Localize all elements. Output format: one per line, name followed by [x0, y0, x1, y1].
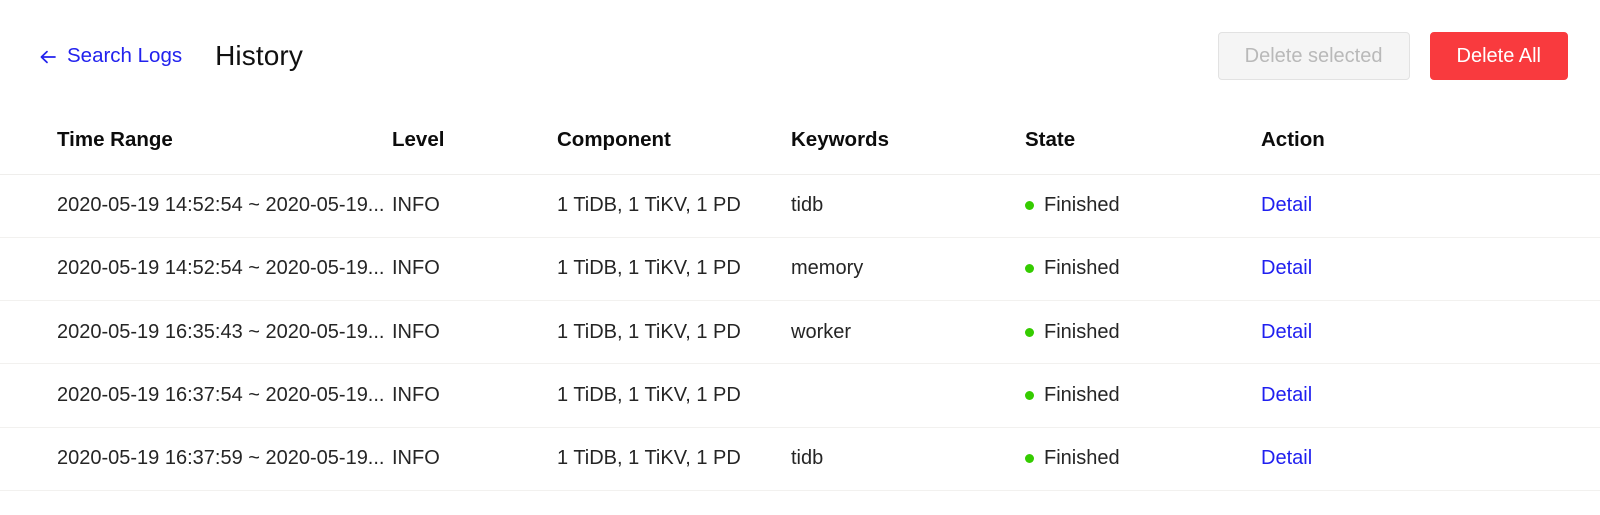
detail-link[interactable]: Detail: [1261, 447, 1312, 469]
delete-selected-button[interactable]: Delete selected: [1217, 32, 1410, 80]
state-label: Finished: [1044, 194, 1120, 217]
state-label: Finished: [1044, 447, 1120, 470]
status-badge: Finished: [1025, 238, 1261, 300]
history-page: Search Logs History Delete selected Dele…: [0, 0, 1600, 515]
cell-state: Finished: [1025, 174, 1261, 238]
delete-all-button[interactable]: Delete All: [1429, 32, 1568, 80]
cell-component: 1 TiDB, 1 TiKV, 1 PD: [557, 427, 791, 491]
green-dot-icon: [1025, 391, 1034, 401]
detail-link[interactable]: Detail: [1261, 257, 1312, 279]
cell-state: Finished: [1025, 300, 1261, 365]
table-row[interactable]: 2020-05-19 16:35:43 ~ 2020-05-19... INFO…: [0, 300, 1600, 365]
detail-link[interactable]: Detail: [1261, 384, 1312, 406]
cell-state: Finished: [1025, 363, 1261, 428]
cell-keywords: [791, 363, 1025, 428]
time-range-text: 2020-05-19 14:52:54 ~ 2020-05-19...: [57, 194, 385, 217]
cell-level: INFO: [392, 174, 557, 238]
cell-time-range: 2020-05-19 14:52:54 ~ 2020-05-19...: [0, 237, 392, 302]
green-dot-icon: [1025, 201, 1034, 211]
state-label: Finished: [1044, 384, 1120, 407]
cell-keywords: memory: [791, 237, 1025, 302]
cell-level: INFO: [392, 237, 557, 302]
status-badge: Finished: [1025, 428, 1261, 490]
column-header-level[interactable]: Level: [392, 110, 557, 175]
green-dot-icon: [1025, 327, 1034, 337]
cell-component: 1 TiDB, 1 TiKV, 1 PD: [557, 237, 791, 302]
cell-time-range: 2020-05-19 14:52:54 ~ 2020-05-19...: [0, 174, 392, 238]
table-body: 2020-05-19 14:52:54 ~ 2020-05-19... INFO…: [0, 174, 1600, 491]
cell-component: 1 TiDB, 1 TiKV, 1 PD: [557, 174, 791, 238]
cell-component: 1 TiDB, 1 TiKV, 1 PD: [557, 300, 791, 365]
status-badge: Finished: [1025, 175, 1261, 237]
cell-action: Detail: [1261, 363, 1600, 428]
detail-link[interactable]: Detail: [1261, 194, 1312, 216]
table-header-row: Time Range Level Component Keywords Stat…: [0, 110, 1600, 175]
state-label: Finished: [1044, 257, 1120, 280]
cell-action: Detail: [1261, 427, 1600, 491]
cell-component: 1 TiDB, 1 TiKV, 1 PD: [557, 363, 791, 428]
cell-keywords: tidb: [791, 427, 1025, 491]
cell-level: INFO: [392, 363, 557, 428]
table-row[interactable]: 2020-05-19 14:52:54 ~ 2020-05-19... INFO…: [0, 237, 1600, 302]
cell-state: Finished: [1025, 237, 1261, 302]
table-row[interactable]: 2020-05-19 16:37:54 ~ 2020-05-19... INFO…: [0, 363, 1600, 428]
status-badge: Finished: [1025, 301, 1261, 363]
column-header-keywords[interactable]: Keywords: [791, 110, 1025, 175]
cell-level: INFO: [392, 427, 557, 491]
cell-level: INFO: [392, 300, 557, 365]
detail-link[interactable]: Detail: [1261, 321, 1312, 343]
cell-keywords: tidb: [791, 174, 1025, 238]
time-range-text: 2020-05-19 16:37:59 ~ 2020-05-19...: [57, 447, 385, 470]
cell-action: Detail: [1261, 237, 1600, 302]
column-header-component[interactable]: Component: [557, 110, 791, 175]
time-range-text: 2020-05-19 14:52:54 ~ 2020-05-19...: [57, 257, 385, 280]
time-range-text: 2020-05-19 16:37:54 ~ 2020-05-19...: [57, 384, 385, 407]
time-range-text: 2020-05-19 16:35:43 ~ 2020-05-19...: [57, 320, 385, 343]
green-dot-icon: [1025, 454, 1034, 464]
column-header-state[interactable]: State: [1025, 110, 1261, 175]
green-dot-icon: [1025, 264, 1034, 274]
cell-action: Detail: [1261, 300, 1600, 365]
column-header-time-range[interactable]: Time Range: [0, 110, 392, 175]
cell-action: Detail: [1261, 174, 1600, 238]
table-row[interactable]: 2020-05-19 16:37:59 ~ 2020-05-19... INFO…: [0, 427, 1600, 491]
table-row[interactable]: 2020-05-19 14:52:54 ~ 2020-05-19... INFO…: [0, 174, 1600, 238]
cell-time-range: 2020-05-19 16:35:43 ~ 2020-05-19...: [0, 300, 392, 365]
history-table: Time Range Level Component Keywords Stat…: [0, 110, 1600, 491]
header-actions: Delete selected Delete All: [1217, 30, 1568, 80]
cell-time-range: 2020-05-19 16:37:54 ~ 2020-05-19...: [0, 363, 392, 428]
cell-state: Finished: [1025, 427, 1261, 491]
arrow-left-icon: [38, 47, 58, 67]
back-to-search-logs-link[interactable]: Search Logs: [38, 44, 182, 67]
column-header-action[interactable]: Action: [1261, 110, 1600, 175]
page-title: History: [215, 40, 303, 71]
cell-keywords: worker: [791, 300, 1025, 365]
cell-time-range: 2020-05-19 16:37:59 ~ 2020-05-19...: [0, 427, 392, 491]
table-header: Time Range Level Component Keywords Stat…: [0, 110, 1600, 175]
back-link-label: Search Logs: [67, 43, 183, 67]
status-badge: Finished: [1025, 364, 1261, 426]
state-label: Finished: [1044, 320, 1120, 343]
page-header: Search Logs History Delete selected Dele…: [0, 0, 1600, 110]
